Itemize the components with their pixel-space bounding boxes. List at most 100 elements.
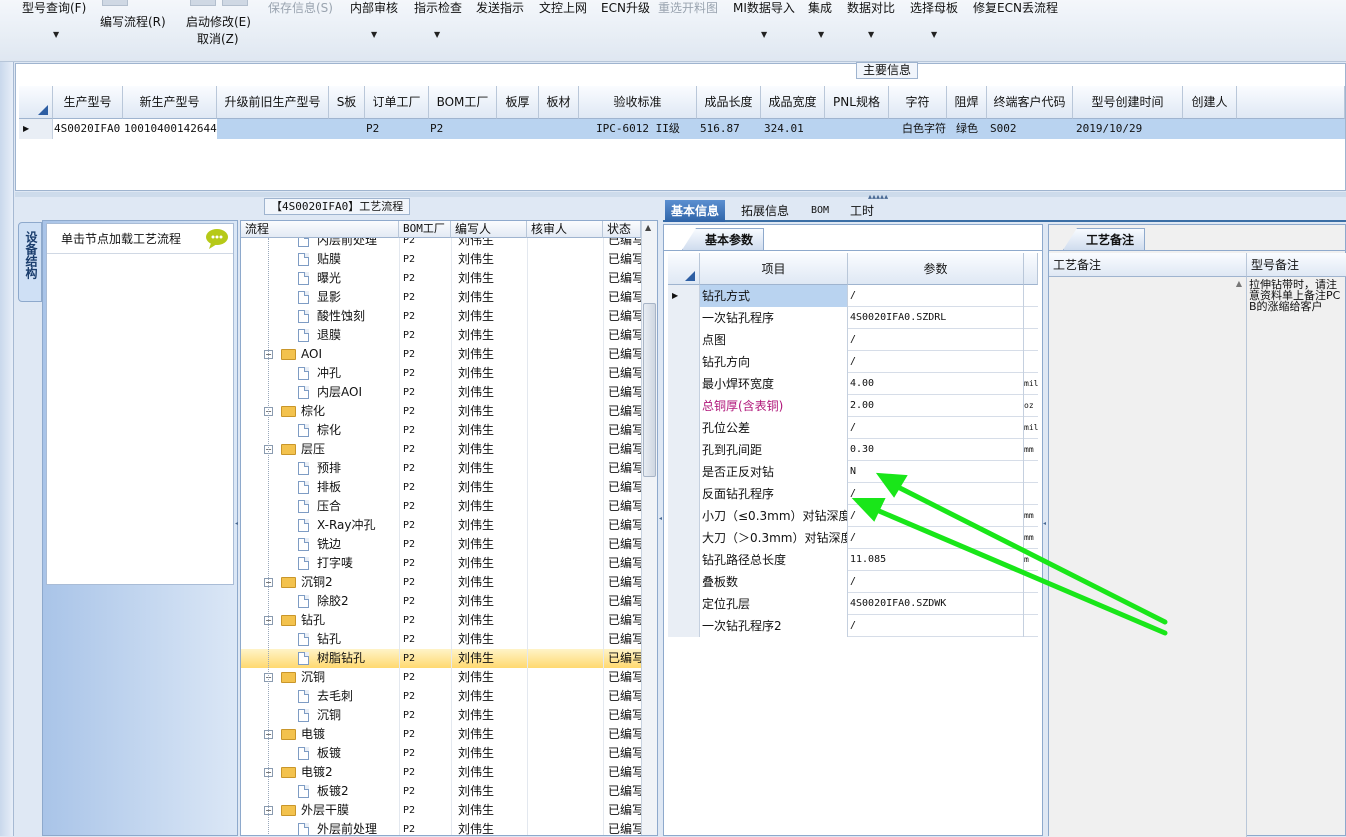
toolbar-instruction-check[interactable]: 指示检查 xyxy=(414,0,462,16)
toolbar-save-info[interactable]: 保存信息(S) xyxy=(268,0,333,16)
param-row[interactable]: 总铜厚(含表铜) 2.00 oz xyxy=(668,395,1038,417)
tree-row[interactable]: 打字唛 P2 刘伟生 已编写 xyxy=(241,554,641,573)
cell-mask[interactable]: 绿色 xyxy=(948,119,986,139)
param-row[interactable]: 钻孔方向 / xyxy=(668,351,1038,373)
tree-row[interactable]: − 棕化 P2 刘伟生 已编写 xyxy=(241,402,641,421)
tree-row[interactable]: − AOI P2 刘伟生 已编写 xyxy=(241,345,641,364)
horizontal-splitter[interactable] xyxy=(15,192,1346,197)
col-header[interactable]: 新生产型号 xyxy=(123,86,217,119)
tree-row[interactable]: − 沉铜2 P2 刘伟生 已编写 xyxy=(241,573,641,592)
param-value[interactable]: / xyxy=(848,285,1024,307)
tab-work-hours[interactable]: 工时 xyxy=(844,200,880,222)
tree-row[interactable]: 酸性蚀刻 P2 刘伟生 已编写 xyxy=(241,307,641,326)
tree-row[interactable]: 内层AOI P2 刘伟生 已编写 xyxy=(241,383,641,402)
param-value[interactable]: 2.00 xyxy=(848,395,1024,417)
param-value[interactable]: 0.30 xyxy=(848,439,1024,461)
param-col-item[interactable]: 项目 xyxy=(700,253,848,285)
col-header[interactable]: 成品长度 xyxy=(697,86,761,119)
col-header[interactable]: 成品宽度 xyxy=(761,86,825,119)
param-row[interactable]: 最小焊环宽度 4.00 mil xyxy=(668,373,1038,395)
tree-row[interactable]: 除胶2 P2 刘伟生 已编写 xyxy=(241,592,641,611)
tree-row[interactable]: − 电镀 P2 刘伟生 已编写 xyxy=(241,725,641,744)
cell-acceptance[interactable]: IPC-6012 II级 xyxy=(580,119,696,139)
param-value[interactable]: / xyxy=(848,329,1024,351)
tree-row[interactable]: X-Ray冲孔 P2 刘伟生 已编写 xyxy=(241,516,641,535)
param-row[interactable]: ▶ 钻孔方式 / xyxy=(668,285,1038,307)
tab-basic-params[interactable]: 基本参数 xyxy=(682,228,765,250)
toolbar-select-motherboard[interactable]: 选择母板 xyxy=(910,0,958,16)
toolbar-write-flow[interactable]: 编写流程(R) xyxy=(100,13,166,30)
chevron-down-icon[interactable]: ▼ xyxy=(371,30,377,39)
toolbar-fix-ecn-flow[interactable]: 修复ECN丢流程 xyxy=(973,0,1058,16)
cell-new-model[interactable]: 10010400142644 xyxy=(124,119,217,139)
tree-row[interactable]: 板镀2 P2 刘伟生 已编写 xyxy=(241,782,641,801)
tree-row[interactable]: 板镀 P2 刘伟生 已编写 xyxy=(241,744,641,763)
chevron-down-icon[interactable]: ▼ xyxy=(818,30,824,39)
tree-row[interactable]: 铣边 P2 刘伟生 已编写 xyxy=(241,535,641,554)
toolbar-doc-online[interactable]: 文控上网 xyxy=(539,0,587,16)
splitter-grip[interactable]: ▴▴▴▴▴ xyxy=(868,192,888,201)
tab-extended-info[interactable]: 拓展信息 xyxy=(735,200,795,222)
tree-row[interactable]: 显影 P2 刘伟生 已编写 xyxy=(241,288,641,307)
toolbar-reselect-cut-chart[interactable]: 重选开料图 xyxy=(658,0,718,16)
tree-col-header[interactable]: 流程 xyxy=(241,221,399,238)
tree-row[interactable]: − 外层干膜 P2 刘伟生 已编写 xyxy=(241,801,641,820)
tree-row[interactable]: 外层前处理 P2 刘伟生 已编写 xyxy=(241,820,641,835)
scroll-thumb[interactable] xyxy=(643,303,656,477)
tree-col-header[interactable]: 状态 xyxy=(603,221,641,238)
toolbar-cancel[interactable]: 取消(Z) xyxy=(197,30,239,47)
chevron-down-icon[interactable]: ▼ xyxy=(434,30,440,39)
cell-length[interactable]: 516.87 xyxy=(698,119,760,139)
toolbar-model-query[interactable]: 型号查询(F) xyxy=(22,0,86,16)
tree-row[interactable]: 棕化 P2 刘伟生 已编写 xyxy=(241,421,641,440)
tree-row[interactable]: 树脂钻孔 P2 刘伟生 已编写 xyxy=(241,649,641,668)
tree-scrollbar[interactable]: ▲ xyxy=(641,221,657,835)
tree-row[interactable]: 钻孔 P2 刘伟生 已编写 xyxy=(241,630,641,649)
tree-row[interactable]: 沉铜 P2 刘伟生 已编写 xyxy=(241,706,641,725)
tab-equipment-structure[interactable]: 设备结构 xyxy=(18,222,42,302)
col-header[interactable]: 板材 xyxy=(539,86,579,119)
cell-created-time[interactable]: 2019/10/29 xyxy=(1074,119,1182,139)
tab-basic-info[interactable]: 基本信息 xyxy=(665,200,726,222)
cell-order-factory[interactable]: P2 xyxy=(366,119,428,139)
tree-row[interactable]: − 钻孔 P2 刘伟生 已编写 xyxy=(241,611,641,630)
col-header[interactable]: PNL规格 xyxy=(825,86,889,119)
tree-row[interactable]: 压合 P2 刘伟生 已编写 xyxy=(241,497,641,516)
cell-width[interactable]: 324.01 xyxy=(762,119,824,139)
toolbar-ecn-upgrade[interactable]: ECN升级 xyxy=(601,0,650,16)
tree-row[interactable]: 排板 P2 刘伟生 已编写 xyxy=(241,478,641,497)
param-row[interactable]: 孔到孔间距 0.30 mm xyxy=(668,439,1038,461)
tree-row[interactable]: − 电镀2 P2 刘伟生 已编写 xyxy=(241,763,641,782)
col-header[interactable]: 板厚 xyxy=(497,86,539,119)
tree-row[interactable]: − 层压 P2 刘伟生 已编写 xyxy=(241,440,641,459)
notes-col-process[interactable]: 工艺备注 xyxy=(1049,253,1247,277)
param-row[interactable]: 点图 / xyxy=(668,329,1038,351)
col-header[interactable]: 型号创建时间 xyxy=(1073,86,1183,119)
tree-row[interactable]: − 沉铜 P2 刘伟生 已编写 xyxy=(241,668,641,687)
param-value[interactable]: / xyxy=(848,417,1024,439)
tree-row[interactable]: 退膜 P2 刘伟生 已编写 xyxy=(241,326,641,345)
tree-col-header[interactable]: BOM工厂 xyxy=(399,221,451,238)
toolbar-internal-review[interactable]: 内部审核 xyxy=(350,0,398,16)
param-row[interactable]: 孔位公差 / mil xyxy=(668,417,1038,439)
tree-col-header[interactable]: 核审人 xyxy=(527,221,603,238)
model-note-text[interactable]: 拉伸钻带时，请注意资料单上备注PCB的涨缩给客户 xyxy=(1249,279,1345,339)
chevron-down-icon[interactable]: ▼ xyxy=(931,30,937,39)
tree-row[interactable]: 去毛刺 P2 刘伟生 已编写 xyxy=(241,687,641,706)
param-col-value[interactable]: 参数 xyxy=(848,253,1024,285)
col-header[interactable]: 字符 xyxy=(889,86,947,119)
cell-customer-code[interactable]: S002 xyxy=(988,119,1072,139)
chevron-down-icon[interactable]: ▼ xyxy=(53,30,59,39)
col-header[interactable]: S板 xyxy=(329,86,365,119)
tree-row[interactable]: 曝光 P2 刘伟生 已编写 xyxy=(241,269,641,288)
chevron-down-icon[interactable]: ▼ xyxy=(761,30,767,39)
toolbar-start-modify[interactable]: 启动修改(E) xyxy=(186,13,251,30)
tab-bom[interactable]: BOM xyxy=(805,200,835,222)
tree-row[interactable]: 预排 P2 刘伟生 已编写 xyxy=(241,459,641,478)
tree-col-header[interactable]: 编写人 xyxy=(451,221,527,238)
col-header[interactable]: 终端客户代码 xyxy=(987,86,1073,119)
param-value[interactable]: 4.00 xyxy=(848,373,1024,395)
col-header[interactable]: BOM工厂 xyxy=(429,86,497,119)
col-header[interactable]: 生产型号 xyxy=(53,86,123,119)
cell-char[interactable]: 白色字符 xyxy=(890,119,946,139)
